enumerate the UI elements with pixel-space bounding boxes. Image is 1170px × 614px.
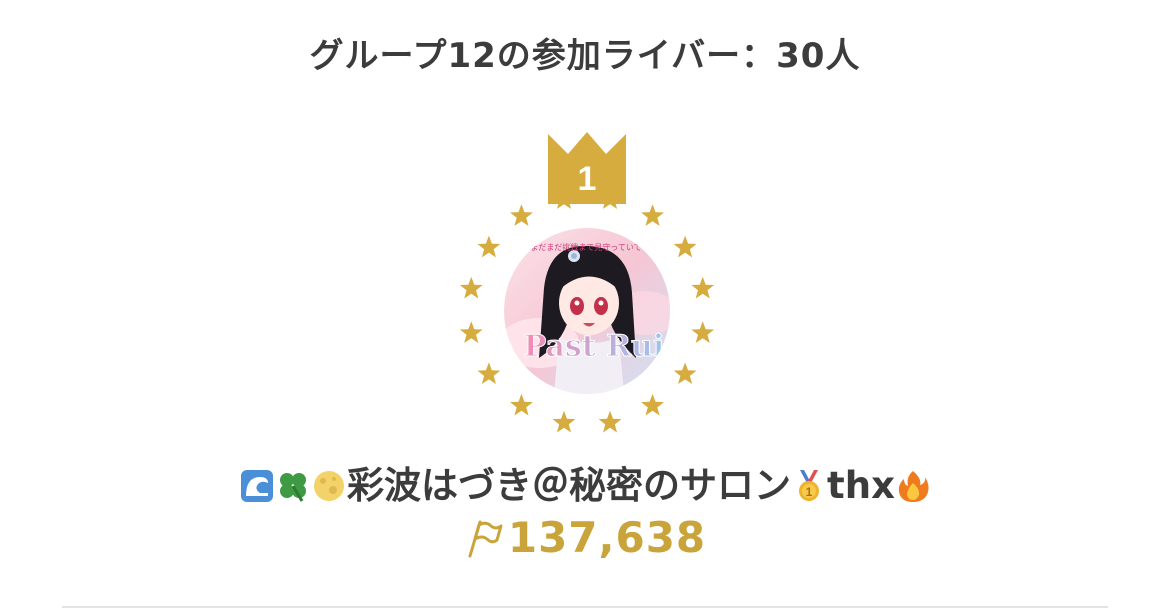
star-icon bbox=[459, 321, 483, 343]
star-icon bbox=[598, 187, 622, 209]
full-moon-icon bbox=[314, 471, 345, 501]
star-icon bbox=[598, 410, 622, 433]
flag-icon bbox=[468, 520, 503, 558]
star-icon bbox=[641, 393, 664, 416]
star-icon bbox=[477, 362, 501, 385]
star-icon bbox=[673, 362, 697, 385]
star-icon bbox=[641, 204, 664, 226]
star-icon bbox=[552, 187, 576, 209]
liver-name-suffix: thx bbox=[827, 464, 895, 507]
liver-name-line[interactable]: 彩波はづき＠秘密のサロン 1 thx bbox=[0, 455, 1170, 509]
star-icon bbox=[459, 276, 483, 299]
four-leaf-clover-icon bbox=[280, 473, 307, 502]
fire-icon bbox=[898, 471, 929, 502]
star-icon bbox=[691, 321, 715, 343]
first-place-medal-icon: 1 bbox=[799, 470, 820, 501]
svg-text:1: 1 bbox=[806, 485, 813, 499]
wave-icon bbox=[241, 470, 274, 502]
star-icon bbox=[673, 235, 697, 258]
score-line: 137,638 bbox=[0, 513, 1170, 562]
ranking-top-entry[interactable]: 1 まだまだ挑戦まで見守っていて！ Past Rui bbox=[455, 125, 720, 440]
divider bbox=[62, 606, 1108, 608]
avatar-logo-text: Past Rui bbox=[524, 329, 665, 364]
star-icon bbox=[691, 276, 715, 299]
avatar[interactable]: まだまだ挑戦まで見守っていて！ Past Rui bbox=[504, 228, 670, 394]
star-icon bbox=[477, 235, 501, 258]
page-title: グループ12の参加ライバー：30人 bbox=[309, 36, 861, 76]
star-icon bbox=[510, 204, 533, 226]
avatar-image: まだまだ挑戦まで見守っていて！ Past Rui bbox=[504, 228, 670, 394]
star-icon bbox=[510, 393, 533, 416]
liver-name: 彩波はづき＠秘密のサロン bbox=[347, 464, 792, 507]
avatar-banner-text: まだまだ挑戦まで見守っていて！ bbox=[530, 242, 649, 252]
score-value: 137,638 bbox=[507, 513, 707, 562]
star-icon bbox=[552, 410, 576, 433]
